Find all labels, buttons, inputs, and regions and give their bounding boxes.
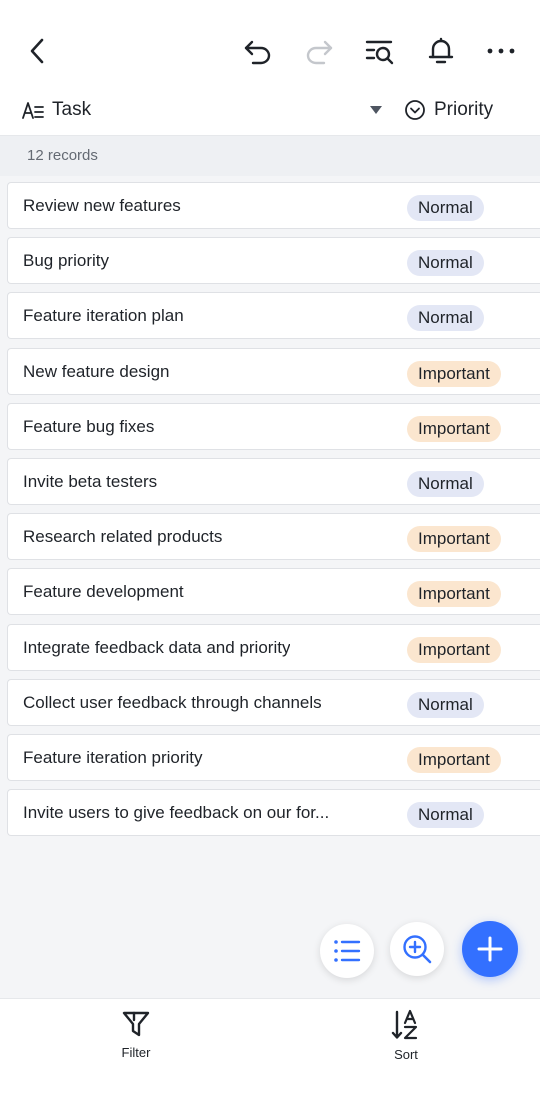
priority-tag: Important <box>407 415 501 442</box>
priority-tag: Normal <box>407 802 484 829</box>
task-cell: Research related products <box>23 527 223 547</box>
priority-tag: Important <box>407 747 501 773</box>
table-row[interactable]: Invite beta testers Normal <box>7 458 540 505</box>
back-button[interactable] <box>16 29 60 73</box>
notifications-button[interactable] <box>419 29 463 73</box>
task-cell: Feature iteration plan <box>23 306 184 326</box>
priority-tag: Normal <box>407 250 484 277</box>
task-column-header[interactable]: Task <box>22 96 91 124</box>
bell-icon <box>428 37 454 64</box>
task-cell: Review new features <box>23 196 181 215</box>
priority-column-header[interactable]: Priority <box>404 96 493 124</box>
redo-icon <box>306 40 333 65</box>
search-records-button[interactable] <box>358 29 402 73</box>
task-cell: Invite beta testers <box>23 472 158 491</box>
task-cell: New feature design <box>23 361 170 381</box>
task-cell: Feature iteration priority <box>23 748 203 767</box>
table-row[interactable]: Review new features Normal <box>7 182 540 229</box>
filter-button[interactable]: Filter <box>96 1009 176 1069</box>
task-column-label: Task <box>52 99 92 120</box>
priority-tag: Normal <box>407 305 484 332</box>
single-select-icon <box>405 100 425 120</box>
view-list-button[interactable] <box>320 924 374 978</box>
list-icon <box>334 940 361 962</box>
column-header-row: Task Priority <box>0 84 540 136</box>
priority-tag: Important <box>407 360 501 387</box>
table-row[interactable]: Integrate feedback data and priority Impo… <box>7 623 540 671</box>
task-cell: Invite users to give feedback on our for… <box>23 803 330 823</box>
zoom-in-button[interactable] <box>390 922 444 976</box>
table-row[interactable]: Research related products Important <box>7 513 540 561</box>
search-list-icon <box>365 40 394 65</box>
plus-icon <box>477 936 503 962</box>
filter-label: Filter <box>121 1045 151 1060</box>
undo-button[interactable] <box>236 29 280 73</box>
more-horizontal-icon <box>487 48 515 54</box>
sort-label: Sort <box>394 1047 418 1062</box>
text-field-icon <box>22 102 44 119</box>
records-count-bar: 12 records <box>0 136 540 176</box>
priority-tag: Important <box>407 581 501 608</box>
table-row[interactable]: Feature bug fixes Important <box>7 402 540 450</box>
more-button[interactable] <box>479 29 523 73</box>
task-cell: Feature bug fixes <box>23 416 155 436</box>
priority-tag: Normal <box>407 471 484 497</box>
bottom-toolbar: Filter Sort <box>0 998 540 1098</box>
table-row[interactable]: Collect user feedback through channels No… <box>7 678 540 726</box>
table-row[interactable]: Feature iteration plan Normal <box>7 292 540 340</box>
undo-icon <box>244 40 271 65</box>
chevron-left-icon <box>30 38 44 64</box>
column-dropdown-button[interactable] <box>366 100 386 120</box>
add-record-button[interactable] <box>462 921 518 977</box>
table-row[interactable]: Bug priority Normal <box>7 237 540 285</box>
zoom-in-icon <box>403 935 432 964</box>
table-row[interactable]: New feature design Important <box>7 347 540 395</box>
task-cell: Integrate feedback data and priority <box>23 637 291 657</box>
table-row[interactable]: Feature iteration priority Important <box>7 734 540 781</box>
table-row[interactable]: Invite users to give feedback on our for… <box>7 789 540 837</box>
priority-tag: Normal <box>407 691 484 718</box>
task-cell: Bug priority <box>23 251 109 271</box>
task-cell: Feature development <box>23 582 184 602</box>
priority-tag: Important <box>407 526 501 553</box>
priority-tag: Important <box>407 636 501 663</box>
redo-button[interactable] <box>297 29 341 73</box>
sort-button[interactable]: Sort <box>366 1009 446 1069</box>
task-cell: Collect user feedback through channels <box>23 692 322 712</box>
caret-down-icon <box>370 106 382 114</box>
filter-icon <box>122 1011 150 1037</box>
priority-tag: Normal <box>407 195 484 221</box>
priority-column-label: Priority <box>434 99 494 120</box>
table-row[interactable]: Feature development Important <box>7 568 540 616</box>
records-count: 12 records <box>27 147 98 164</box>
sort-az-icon <box>391 1009 418 1040</box>
